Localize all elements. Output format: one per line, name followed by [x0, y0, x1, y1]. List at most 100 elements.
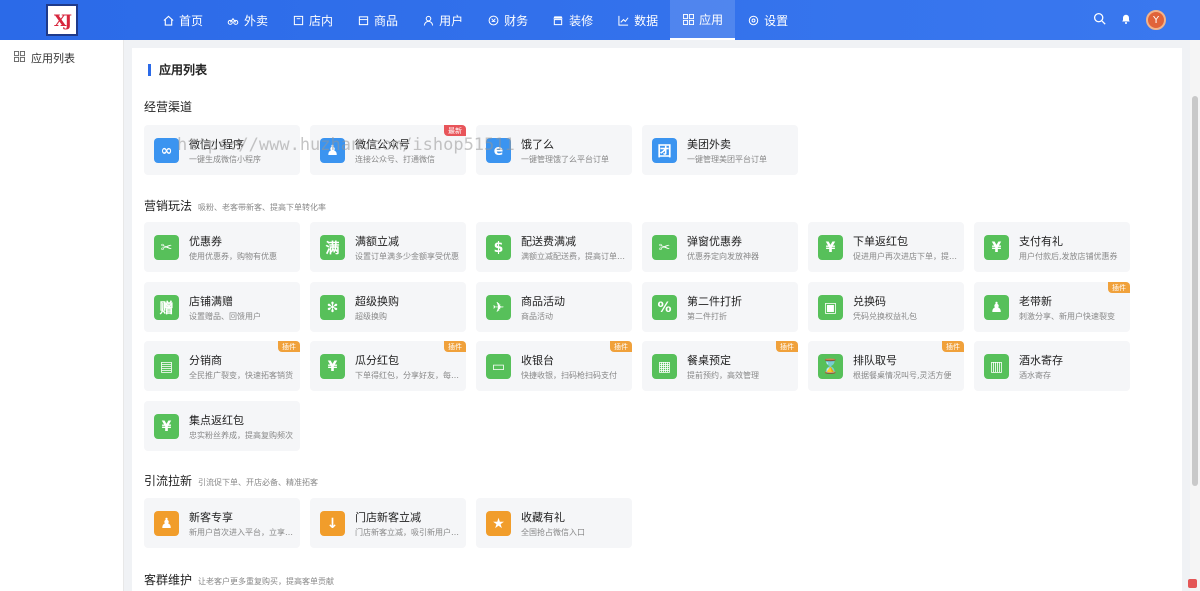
app-card-desc: 快捷收银，扫码枪扫码支付 [521, 371, 617, 380]
app-card[interactable]: ▥ 酒水寄存 酒水寄存 [974, 341, 1130, 391]
app-card[interactable]: ★ 收藏有礼 全国抢占微信入口 [476, 498, 632, 548]
nav-item-6[interactable]: 装修 [540, 0, 605, 40]
app-card-desc: 一键管理饿了么平台订单 [521, 155, 609, 164]
app-icon: ▦ [652, 354, 677, 379]
app-card[interactable]: 满满额立减 设置订单满多少金额享受优惠 [310, 222, 466, 272]
app-card[interactable]: ⌛ 排队取号 根据餐桌情况叫号,灵活方便 插件 [808, 341, 964, 391]
nav-item-label: 装修 [569, 13, 594, 28]
app-card-title: 集点返红包 [189, 414, 244, 427]
section-title: 经营渠道 [144, 98, 192, 115]
nav-item-label: 设置 [764, 13, 789, 28]
app-icon: ▭ [486, 354, 511, 379]
page-title: 应用列表 [148, 64, 207, 76]
app-icon: ⌛ [818, 354, 843, 379]
app-icon: ♟ [984, 295, 1009, 320]
nav-item-label: 应用 [699, 12, 724, 27]
app-card-title: 弹窗优惠券 [687, 235, 742, 248]
app-card-desc: 优惠券定向发放神器 [687, 252, 759, 261]
section-subtitle: 让老客户更多重复购买，提高客单贡献 [198, 577, 335, 586]
section-title: 引流拉新 引流促下单、开店必备、精准拓客 [144, 472, 318, 489]
sidebar: 应用列表 [0, 40, 124, 591]
nav-item-4[interactable]: 用户 [410, 0, 475, 40]
nav-item-8[interactable]: 应用 [670, 0, 736, 40]
app-icon: ✂ [652, 235, 677, 260]
app-icon: ¥ [984, 235, 1009, 260]
app-card-desc: 酒水寄存 [1019, 371, 1051, 380]
app-card[interactable]: ¥ 下单返红包促进用户再次进店下单，提高复购 [808, 222, 964, 272]
app-card[interactable]: ▭ 收银台 快捷收银，扫码枪扫码支付 插件 [476, 341, 632, 391]
main-content: 应用列表 https://www.huzhan.com/ishop51511 经… [132, 48, 1182, 591]
app-icon: ▣ [818, 295, 843, 320]
nav-item-7[interactable]: 数据 [605, 0, 670, 40]
app-card-desc: 设置订单满多少金额享受优惠 [355, 252, 459, 261]
app-card[interactable]: ✂ 弹窗优惠券优惠券定向发放神器 [642, 222, 798, 272]
app-card-title: 门店新客立减 [355, 511, 421, 524]
app-card-badge: 插件 [444, 341, 466, 352]
search-icon[interactable] [1093, 12, 1106, 28]
app-icon: ¥ [320, 354, 345, 379]
app-card[interactable]: ✂ 优惠券 使用优惠券，购物有优惠 [144, 222, 300, 272]
nav-item-1[interactable]: 外卖 [215, 0, 280, 40]
app-card[interactable]: ¥ 集点返红包 忠实粉丝养成，提高复购频次 [144, 401, 300, 451]
app-card-title: 支付有礼 [1019, 235, 1063, 248]
section-subtitle: 引流促下单、开店必备、精准拓客 [198, 478, 319, 487]
app-icon: ∞ [154, 138, 179, 163]
nav-item-2[interactable]: 店内 [280, 0, 345, 40]
app-card-title: 兑换码 [853, 295, 886, 308]
home-icon [162, 14, 174, 26]
app-card[interactable]: % 第二件打折 第二件打折 [642, 282, 798, 332]
app-card-title: 下单返红包 [853, 235, 908, 248]
app-card-desc: 使用优惠券，购物有优惠 [189, 252, 277, 261]
app-icon: 赠 [154, 295, 179, 320]
app-card[interactable]: ♟ 新客专享 新用户首次进入平台，立享优惠 [144, 498, 300, 548]
app-card-title: 满额立减 [355, 235, 399, 248]
app-icon: ▤ [154, 354, 179, 379]
app-card[interactable]: ¥ 支付有礼 用户付款后,发放店铺优惠券 [974, 222, 1130, 272]
app-card[interactable]: ▤ 分销商 全民推广裂变，快速拓客销货 插件 [144, 341, 300, 391]
app-card[interactable]: ▦ 餐桌预定 提前预约，高效管理 插件 [642, 341, 798, 391]
top-navigation-bar: XJ 首页 外卖 店内 商品 用户 财务 装修 数据 应用 设置 Y [0, 0, 1200, 40]
nav-item-5[interactable]: 财务 [475, 0, 540, 40]
scrollbar-thumb[interactable] [1192, 96, 1198, 486]
app-card-badge: 插件 [776, 341, 798, 352]
app-card[interactable]: ✻ 超级换购 超级换购 [310, 282, 466, 332]
app-card-title: 第二件打折 [687, 295, 742, 308]
app-card-desc: 促进用户再次进店下单，提高复购 [853, 252, 957, 261]
section-title-text: 经营渠道 [144, 100, 193, 114]
app-card-title: 瓜分红包 [355, 354, 399, 367]
nav-item-label: 数据 [634, 13, 659, 28]
app-card[interactable]: ¥ 瓜分红包下单得红包，分享好友，每人都能获得红包 插件 [310, 341, 466, 391]
app-card-desc: 全国抢占微信入口 [521, 528, 585, 537]
app-card[interactable]: ✈ 商品活动 商品活动 [476, 282, 632, 332]
app-card-title: 分销商 [189, 354, 222, 367]
app-card[interactable]: 赠店铺满赠 设置赠品、回馈用户 [144, 282, 300, 332]
user-avatar[interactable]: Y [1146, 10, 1166, 30]
app-card[interactable]: $ 配送费满减 满额立减配送费，提高订单转化 [476, 222, 632, 272]
app-card-desc: 连接公众号、打通微信 [355, 155, 435, 164]
app-card-desc: 全民推广裂变，快速拓客销货 [189, 371, 293, 380]
nav-item-3[interactable]: 商品 [345, 0, 410, 40]
app-card[interactable]: ♟ 老带新 刺激分享、新用户快速裂变 插件 [974, 282, 1130, 332]
app-card-title: 饿了么 [521, 138, 554, 151]
app-card-badge: 插件 [610, 341, 632, 352]
app-card-title: 收藏有礼 [521, 511, 565, 524]
app-icon: ¥ [154, 414, 179, 439]
app-icon: $ [486, 235, 511, 260]
brand-logo[interactable]: XJ [46, 4, 78, 36]
store-icon [292, 14, 304, 26]
page-scrollbar[interactable] [1190, 40, 1200, 591]
app-card[interactable]: ▣ 兑换码 凭码兑换权益礼包 [808, 282, 964, 332]
bell-icon[interactable] [1120, 12, 1132, 28]
nav-item-0[interactable]: 首页 [150, 0, 215, 40]
app-card[interactable]: ↓ 门店新客立减 门店新客立减，吸引新用户下单 [310, 498, 466, 548]
header-actions: Y [1093, 0, 1166, 40]
app-card-title: 酒水寄存 [1019, 354, 1063, 367]
section-title: 客群维护 让老客户更多重复购买，提高客单贡献 [144, 571, 334, 588]
nav-item-label: 首页 [179, 13, 204, 28]
section-subtitle: 吸粉、老客带新客、提高下单转化率 [198, 203, 327, 212]
nav-item-9[interactable]: 设置 [735, 0, 800, 40]
app-card[interactable]: 团美团外卖 一键管理美团平台订单 [642, 125, 798, 175]
sidebar-item-app-list[interactable]: 应用列表 [13, 50, 75, 66]
app-card-title: 排队取号 [853, 354, 897, 367]
section-title: 营销玩法 吸粉、老客带新客、提高下单转化率 [144, 197, 326, 214]
